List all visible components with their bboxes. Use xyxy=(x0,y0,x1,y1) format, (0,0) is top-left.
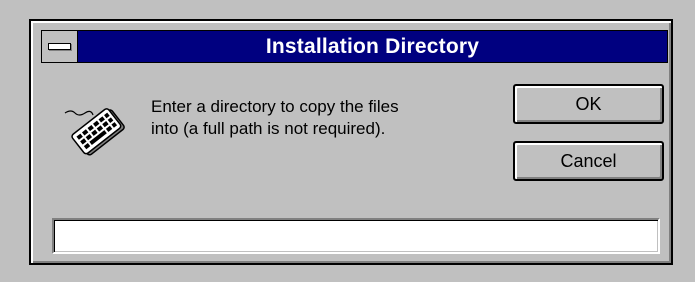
installation-directory-dialog: Installation Directory Enter a directory… xyxy=(29,19,673,265)
cancel-button[interactable]: Cancel xyxy=(513,141,664,181)
system-menu-icon[interactable] xyxy=(42,31,78,62)
directory-input[interactable] xyxy=(52,218,660,254)
desktop: Installation Directory Enter a directory… xyxy=(0,0,695,282)
title-bar[interactable]: Installation Directory xyxy=(41,30,668,63)
keyboard-icon xyxy=(64,108,125,156)
ok-button[interactable]: OK xyxy=(513,84,664,124)
dialog-title: Installation Directory xyxy=(265,35,480,58)
dialog-message: Enter a directory to copy the files into… xyxy=(151,97,399,138)
system-menu-bar xyxy=(48,43,71,50)
